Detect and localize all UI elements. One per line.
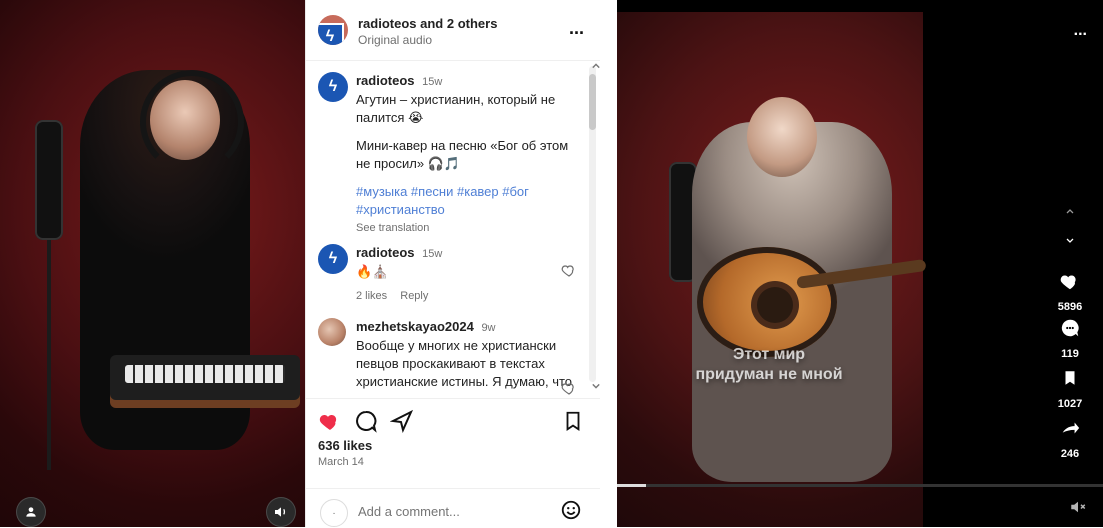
likes-stack: 5896 bbox=[1055, 270, 1085, 313]
mute-icon[interactable] bbox=[1069, 498, 1087, 516]
post-date: March 14 bbox=[318, 456, 364, 468]
comment-body: radioteos 15w 🔥⛪ 2 likes Reply bbox=[356, 244, 586, 305]
caption-line-1: Агутин – христианин, который не палится … bbox=[356, 92, 556, 125]
chevron-up-icon[interactable] bbox=[1062, 206, 1078, 218]
post-actions: 636 likes March 14 bbox=[306, 398, 600, 469]
more-options[interactable]: ... bbox=[569, 18, 584, 39]
performer-head bbox=[747, 97, 817, 177]
bookmark-icon[interactable] bbox=[562, 409, 584, 433]
radioteos-avatar: ϟ bbox=[318, 23, 344, 45]
mic-stand bbox=[47, 240, 51, 470]
see-translation[interactable]: See translation bbox=[356, 219, 586, 237]
heart-filled-icon[interactable] bbox=[318, 409, 342, 433]
post-panel: ϟ radioteos and 2 others Original audio … bbox=[305, 0, 600, 527]
bookmark-icon[interactable] bbox=[1061, 367, 1079, 389]
video-frame: Этот мир придуман не мной bbox=[617, 12, 927, 527]
heart-outline-icon[interactable] bbox=[561, 262, 577, 278]
avatar-stack[interactable]: ϟ bbox=[318, 15, 348, 45]
shares-count: 246 bbox=[1060, 448, 1080, 460]
shares-stack: 246 bbox=[1055, 417, 1085, 460]
progress-bar[interactable] bbox=[617, 484, 1103, 487]
likes-count: 5896 bbox=[1057, 301, 1083, 313]
comment-input[interactable] bbox=[356, 498, 550, 524]
caption-username[interactable]: radioteos bbox=[356, 73, 415, 88]
progress-fill bbox=[617, 484, 646, 487]
chevron-down-icon[interactable] bbox=[1062, 234, 1078, 246]
speaker-icon[interactable] bbox=[266, 497, 296, 527]
likes-count[interactable]: 636 likes bbox=[318, 438, 372, 453]
saves-count: 1027 bbox=[1057, 398, 1083, 410]
comment-username[interactable]: mezhetskayao2024 bbox=[356, 319, 474, 334]
chevron-stack bbox=[1055, 205, 1085, 251]
comments-stack: 119 bbox=[1055, 317, 1085, 360]
more-options[interactable]: ... bbox=[1074, 22, 1087, 40]
user-avatar[interactable]: · bbox=[320, 499, 348, 527]
comment-meta: 2 likes Reply bbox=[356, 287, 586, 305]
comments-count: 119 bbox=[1061, 348, 1079, 360]
keys bbox=[125, 365, 285, 383]
caption-avatar[interactable]: ϟ bbox=[318, 72, 348, 102]
saves-stack: 1027 bbox=[1055, 367, 1085, 410]
header-username[interactable]: radioteos bbox=[358, 16, 417, 31]
reply-link[interactable]: Reply bbox=[400, 290, 428, 302]
left-video[interactable] bbox=[0, 0, 305, 527]
comment-avatar[interactable] bbox=[318, 318, 346, 346]
guitar-soundhole bbox=[757, 287, 793, 323]
overlay-line-2: придуман не мной bbox=[695, 366, 843, 383]
scroll-up-arrow-icon[interactable] bbox=[592, 62, 600, 70]
comment-icon[interactable] bbox=[1059, 317, 1081, 339]
comment-text: 🔥⛪ bbox=[356, 264, 389, 279]
comment-text: Вообще у многих не христиански певцов пр… bbox=[356, 338, 573, 393]
comments-scrollbar[interactable] bbox=[589, 66, 596, 382]
post-header: ϟ radioteos and 2 others Original audio … bbox=[306, 0, 600, 61]
scroll-down-arrow-icon[interactable] bbox=[592, 382, 600, 390]
caption-age: 15w bbox=[422, 76, 443, 88]
overlay-line-1: Этот мир bbox=[732, 346, 806, 363]
heart-icon[interactable] bbox=[1059, 270, 1081, 292]
header-text: radioteos and 2 others Original audio bbox=[358, 16, 497, 48]
emoji-icon[interactable] bbox=[560, 499, 582, 521]
caption-body: radioteos 15w Агутин – христианин, котор… bbox=[356, 72, 586, 237]
header-others[interactable]: and 2 others bbox=[417, 16, 497, 31]
comment-username[interactable]: radioteos bbox=[356, 245, 415, 260]
speaker-icon bbox=[275, 507, 286, 517]
share-icon[interactable] bbox=[1059, 417, 1081, 439]
comment-likes[interactable]: 2 likes bbox=[356, 290, 387, 302]
microphone bbox=[35, 120, 63, 240]
headphones bbox=[140, 70, 244, 174]
comment-body: mezhetskayao2024 9w Вообще у многих не х… bbox=[356, 318, 586, 393]
comment-avatar[interactable]: ϟ bbox=[318, 244, 348, 274]
scroll-thumb[interactable] bbox=[589, 74, 596, 130]
comment-age: 15w bbox=[422, 248, 443, 260]
right-video[interactable]: Этот мир придуман не мной ... 5896 119 1… bbox=[617, 0, 1103, 527]
comment-bar: · bbox=[306, 488, 600, 528]
user-icon bbox=[26, 507, 36, 517]
comment-age: 9w bbox=[481, 322, 496, 334]
caption-hashtags[interactable]: #музыка #песни #кавер #бог #христианство bbox=[356, 183, 586, 219]
heart-outline-icon[interactable] bbox=[561, 380, 577, 396]
audio-label[interactable]: Original audio bbox=[358, 33, 432, 47]
share-icon[interactable] bbox=[390, 409, 414, 433]
user-icon[interactable] bbox=[16, 497, 46, 527]
caption-line-2: Мини-кавер на песню «Бог об этом не прос… bbox=[356, 138, 569, 171]
comment-icon[interactable] bbox=[354, 409, 378, 433]
